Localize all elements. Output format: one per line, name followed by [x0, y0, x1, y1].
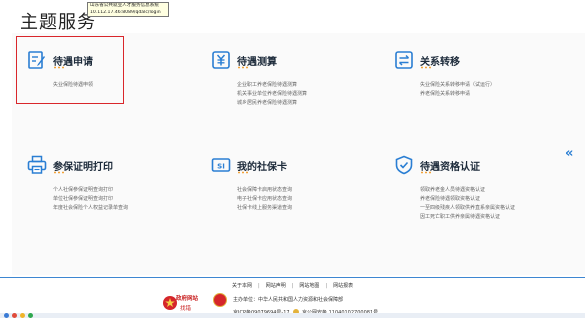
taskbar-app-icon[interactable]: [20, 313, 25, 318]
transfer-icon: [395, 51, 413, 69]
taskbar: [0, 313, 585, 318]
service-link[interactable]: 养老保险关系转移申请: [420, 90, 495, 99]
sponsor-text: 主办单位：中华人民共和国人力资源和社会保障部: [233, 297, 344, 303]
service-link[interactable]: 社会保障卡启用状态查询: [237, 186, 292, 195]
footer-link-statement[interactable]: 网站声明: [266, 282, 286, 289]
decor-dots: [237, 66, 250, 69]
decor-dots: [420, 171, 433, 174]
service-link[interactable]: 个人社保参保证明查询打印: [53, 186, 128, 195]
decor-dots: [420, 66, 433, 69]
service-link[interactable]: 年度社会保险个人权益记录单查询: [53, 204, 128, 213]
service-link[interactable]: 电子社保卡应用状态查询: [237, 195, 292, 204]
gov-logo-label: 政府网站: [176, 296, 199, 302]
gov-logo-sublabel: 找错: [180, 306, 192, 312]
service-link[interactable]: 企业职工养老保险待遇测算: [237, 81, 307, 90]
party-gov-emblem-icon[interactable]: [213, 293, 227, 307]
service-link[interactable]: 单位社保参保证明查询打印: [53, 195, 128, 204]
service-link[interactable]: 养老保险待遇领取资格认证: [420, 195, 515, 204]
taskbar-app-icon[interactable]: [4, 313, 9, 318]
page-title: 主题服务: [20, 12, 96, 33]
service-link[interactable]: 一至四级残疾人领取供养直系亲属资格认证: [420, 204, 515, 213]
service-link[interactable]: 失业保险关系转移申请（试运行）: [420, 81, 495, 90]
url-tooltip: 山东省公共就业人才服务信息系统 10.112.17.46:8089/qdalc/…: [87, 2, 169, 17]
taskbar-app-icon[interactable]: [12, 313, 17, 318]
selection-highlight: [16, 36, 124, 104]
social-security-card-icon: SI: [211, 158, 231, 172]
footer-link-sitemap[interactable]: 网站地图: [299, 282, 319, 289]
shield-check-icon: [395, 155, 413, 175]
footer-links: 关于本网 | 网站声明 | 网站地图 | 网站报表: [232, 282, 354, 289]
yuan-calculator-icon: [212, 51, 230, 69]
printer-icon: [27, 155, 47, 174]
service-link[interactable]: 社保卡线上服务渠道查询: [237, 204, 292, 213]
decor-dots: [237, 171, 250, 174]
footer-link-about[interactable]: 关于本网: [232, 282, 252, 289]
service-link[interactable]: 因工死亡职工供养亲属待遇资格认证: [420, 213, 515, 222]
svg-text:SI: SI: [217, 162, 225, 170]
service-link[interactable]: 城乡居民养老保险待遇测算: [237, 99, 307, 108]
service-link[interactable]: 机关事业单位养老保险待遇测算: [237, 90, 307, 99]
tooltip-url: 10.112.17.46:8089/qdalc/login: [90, 9, 161, 15]
decor-dots: [53, 171, 66, 174]
taskbar-app-icon[interactable]: [28, 313, 33, 318]
footer-link-report[interactable]: 网站报表: [333, 282, 353, 289]
service-link[interactable]: 领取养老金人员待遇资格认证: [420, 186, 515, 195]
footer-divider: [0, 277, 585, 278]
tooltip-title: 山东省公共就业人才服务信息系统: [90, 3, 159, 8]
double-chevron-left-icon[interactable]: «: [565, 146, 574, 161]
